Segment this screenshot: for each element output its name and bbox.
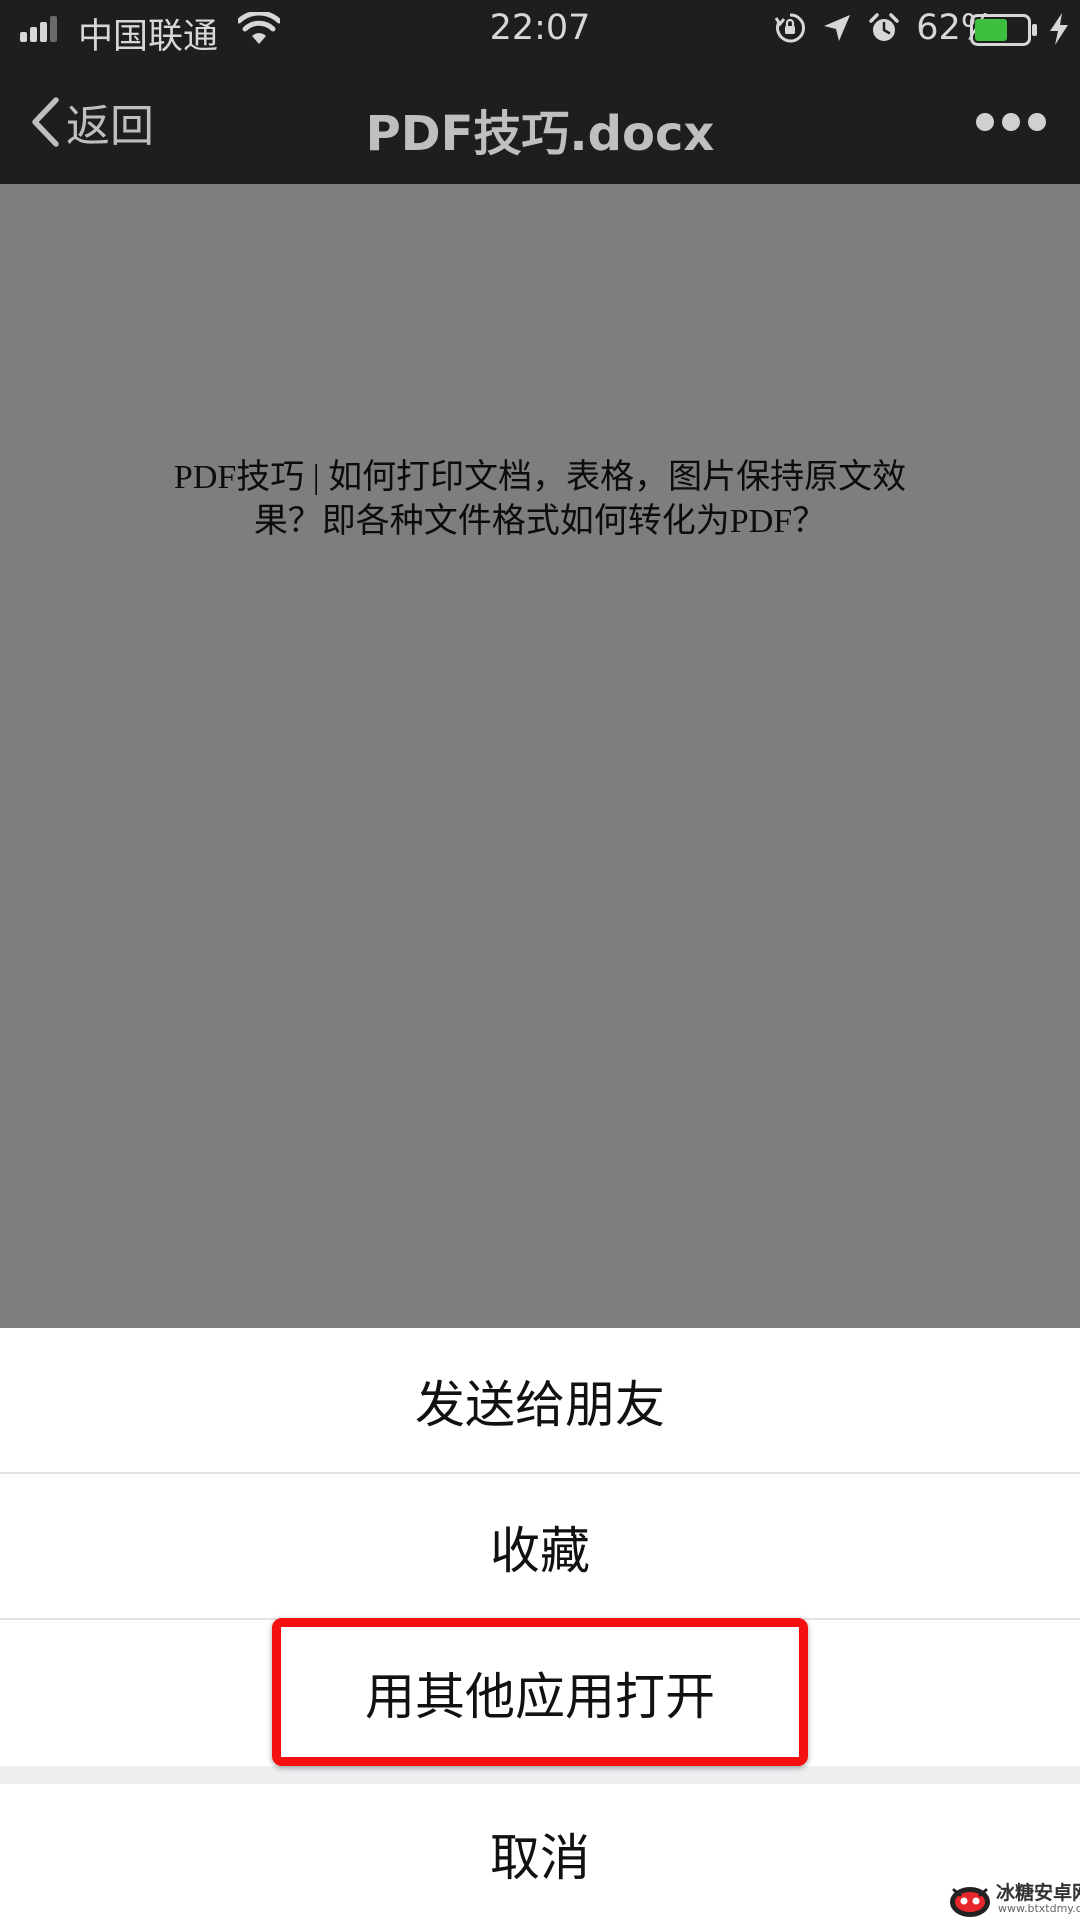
more-dots-icon	[1028, 113, 1046, 131]
cancel-button[interactable]: 取消	[0, 1784, 1080, 1924]
section-gap	[0, 1766, 1080, 1784]
document-line-1: PDF技巧 | 如何打印文档，表格，图片保持原文效	[173, 459, 907, 496]
document-preview[interactable]: PDF技巧 | 如何打印文档，表格，图片保持原文效 果？即各种文件格式如何转化为…	[0, 184, 1080, 1328]
more-dots-icon	[1002, 113, 1020, 131]
screen: 中国联通 22:07 62% 返回 PDF技巧.docx PDF技巧 | 如何打…	[0, 0, 1080, 1924]
more-button[interactable]	[976, 104, 1046, 140]
more-dots-icon	[976, 113, 994, 131]
status-icons: 62%	[774, 8, 994, 48]
document-text: PDF技巧 | 如何打印文档，表格，图片保持原文效 果？即各种文件格式如何转化为…	[0, 456, 1080, 544]
open-with-other-app-button[interactable]: 用其他应用打开	[0, 1620, 1080, 1766]
page-title: PDF技巧.docx	[365, 106, 715, 162]
location-arrow-icon	[824, 15, 851, 41]
nav-bar: 返回 PDF技巧.docx	[0, 60, 1080, 184]
favorite-button[interactable]: 收藏	[0, 1474, 1080, 1620]
header: 中国联通 22:07 62% 返回 PDF技巧.docx	[0, 0, 1080, 184]
watermark-logo-icon	[950, 1887, 990, 1917]
watermark: 冰糖安卓网 www.btxtdmy.com	[948, 1876, 1080, 1924]
alarm-icon	[869, 13, 899, 41]
document-line-2: 果？即各种文件格式如何转化为PDF？	[253, 503, 827, 540]
send-to-friend-button[interactable]: 发送给朋友	[0, 1328, 1080, 1474]
status-bar: 中国联通 22:07 62%	[0, 0, 1080, 60]
orientation-lock-icon	[774, 13, 806, 43]
charging-bolt-icon	[1050, 13, 1068, 45]
watermark-name: 冰糖安卓网	[996, 1882, 1080, 1904]
battery-icon	[970, 14, 1037, 46]
watermark-url: www.btxtdmy.com	[998, 1902, 1080, 1915]
